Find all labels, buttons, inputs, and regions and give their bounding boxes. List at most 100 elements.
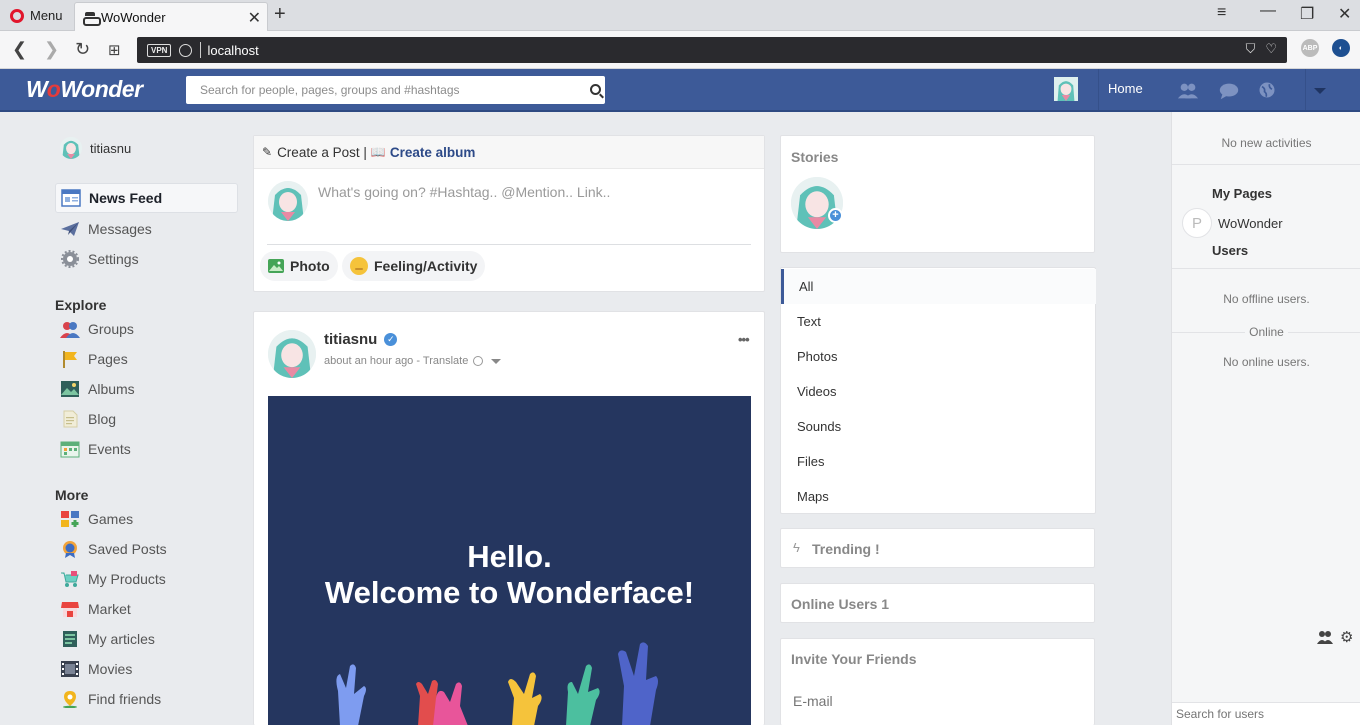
speed-dial-icon[interactable]: ⊞ xyxy=(108,41,121,59)
messages-icon[interactable] xyxy=(1218,80,1239,100)
feeling-activity-button[interactable]: Feeling/Activity xyxy=(342,251,486,281)
sidebar-item-blog[interactable]: Blog xyxy=(55,404,238,434)
sidebar-item-movies[interactable]: Movies xyxy=(55,654,238,684)
search-input[interactable] xyxy=(186,76,576,104)
forward-icon[interactable]: ❯ xyxy=(44,39,59,60)
dropdown-caret-icon[interactable] xyxy=(1314,88,1326,94)
browser-tab-title: WoWonder xyxy=(101,9,166,25)
sidebar-item-games[interactable]: Games xyxy=(55,504,238,534)
sidebar-item-my-articles[interactable]: My articles xyxy=(55,624,238,654)
sidebar-item-market[interactable]: Market xyxy=(55,594,238,624)
create-album-link[interactable]: Create album xyxy=(390,145,476,160)
site-logo[interactable]: WoWonder xyxy=(26,76,143,103)
extension-icon[interactable]: ◐ xyxy=(1332,39,1350,57)
sidebar-item-groups[interactable]: Groups xyxy=(55,314,238,344)
stories-title: Stories xyxy=(791,149,839,165)
chat-friends-icon[interactable] xyxy=(1317,630,1333,647)
minimize-icon[interactable]: — xyxy=(1260,2,1276,20)
adblock-shield-icon[interactable]: ⛉ xyxy=(1246,41,1256,57)
filter-sounds[interactable]: Sounds xyxy=(781,409,1096,444)
sidebar-item-label: Blog xyxy=(88,411,117,427)
photo-button[interactable]: Photo xyxy=(260,251,338,281)
post-options-caret-icon[interactable] xyxy=(491,358,502,364)
explore-heading: Explore xyxy=(55,297,107,313)
sidebar-item-label: News Feed xyxy=(89,190,163,206)
online-users-title: Online Users 1 xyxy=(791,596,890,612)
articles-icon xyxy=(60,630,80,648)
sidebar-item-find-friends[interactable]: Find friends xyxy=(55,684,238,714)
sidebar-item-my-products[interactable]: My Products xyxy=(55,564,238,594)
opera-logo-icon xyxy=(10,8,24,23)
vpn-badge[interactable]: VPN xyxy=(147,43,172,57)
close-window-icon[interactable]: ✕ xyxy=(1338,4,1351,24)
sidebar-item-news-feed[interactable]: News Feed xyxy=(55,183,238,213)
post-card: titiasnu ✓ about an hour ago - Translate… xyxy=(253,311,765,725)
search-icon[interactable] xyxy=(590,84,601,95)
sidebar-item-albums[interactable]: Albums xyxy=(55,374,238,404)
filter-maps[interactable]: Maps xyxy=(781,479,1096,514)
header-avatar[interactable] xyxy=(1054,77,1078,101)
home-link[interactable]: Home xyxy=(1108,81,1143,96)
stories-card: Stories + xyxy=(780,135,1095,253)
no-online-text: No online users. xyxy=(1223,355,1310,369)
sidebar-item-events[interactable]: Events xyxy=(55,434,238,464)
restore-icon[interactable]: ❐ xyxy=(1300,4,1314,24)
photo-label: Photo xyxy=(290,258,330,274)
bookmark-heart-icon[interactable]: ♡ xyxy=(1265,41,1277,57)
close-tab-icon[interactable]: ✕ xyxy=(248,8,261,28)
sidebar-item-settings[interactable]: Settings xyxy=(55,244,238,274)
page-item[interactable]: P WoWonder xyxy=(1182,208,1283,238)
search-users-input[interactable] xyxy=(1172,702,1360,725)
browser-menu-button[interactable]: Menu xyxy=(0,0,72,31)
online-label: Online xyxy=(1245,325,1288,339)
header-divider-2 xyxy=(1305,69,1306,110)
invite-email-input[interactable] xyxy=(783,687,1088,715)
logo-text-w: W xyxy=(26,76,47,102)
sidebar-item-label: Settings xyxy=(88,251,139,267)
sidebar-user-link[interactable]: titiasnu xyxy=(60,137,131,159)
public-globe-icon xyxy=(473,356,484,366)
sidebar-item-label: Games xyxy=(88,511,134,527)
chat-settings-gear-icon[interactable]: ⚙ xyxy=(1340,628,1353,646)
post-author-avatar[interactable] xyxy=(268,330,316,378)
friends-icon[interactable] xyxy=(1177,80,1199,100)
browser-address-bar: ❮ ❯ ↻ ⊞ VPN localhost ⛉ ♡ ABP ◐ xyxy=(0,31,1360,69)
filter-videos[interactable]: Videos xyxy=(781,374,1096,409)
back-icon[interactable]: ❮ xyxy=(12,39,27,60)
abp-extension-icon[interactable]: ABP xyxy=(1301,39,1319,57)
post-filter-card: All Text Photos Videos Sounds Files Maps xyxy=(780,267,1096,514)
sidebar-item-label: Groups xyxy=(88,321,134,337)
add-story-icon[interactable]: + xyxy=(828,208,843,223)
raised-hands-illustration xyxy=(336,642,658,725)
new-tab-icon[interactable]: + xyxy=(274,3,286,26)
composer-divider xyxy=(267,244,751,245)
sidebar-item-messages[interactable]: Messages xyxy=(55,214,238,244)
url-text[interactable]: localhost xyxy=(207,43,258,58)
create-post-label[interactable]: Create a Post | xyxy=(277,145,367,160)
sidebar-item-label: Pages xyxy=(88,351,128,367)
post-image[interactable]: Hello. Welcome to Wonderface! xyxy=(268,396,751,725)
post-author-name[interactable]: titiasnu xyxy=(324,331,377,348)
post-text-input[interactable]: What's going on? #Hashtag.. @Mention.. L… xyxy=(318,184,610,200)
store-icon xyxy=(60,600,80,618)
tab-menu-icon[interactable]: ≡ xyxy=(1217,4,1226,22)
filter-files[interactable]: Files xyxy=(781,444,1096,479)
post-image-line-2: Welcome to Wonderface! xyxy=(324,575,695,610)
browser-tab[interactable]: WoWonder ✕ xyxy=(74,2,268,31)
page-avatar: P xyxy=(1182,208,1212,238)
verified-icon: ✓ xyxy=(384,333,398,346)
chat-divider xyxy=(1172,164,1360,165)
post-image-line-1: Hello. xyxy=(467,539,552,574)
filter-text[interactable]: Text xyxy=(781,304,1096,339)
filter-all[interactable]: All xyxy=(781,269,1096,304)
filter-photos[interactable]: Photos xyxy=(781,339,1096,374)
smiley-icon xyxy=(350,257,368,275)
notifications-globe-icon[interactable] xyxy=(1257,80,1277,100)
reload-icon[interactable]: ↻ xyxy=(75,39,90,60)
post-meta[interactable]: about an hour ago - Translate xyxy=(324,355,468,367)
sidebar-item-pages[interactable]: Pages xyxy=(55,344,238,374)
post-more-icon[interactable]: ••• xyxy=(738,332,750,347)
online-label-wrap: Online xyxy=(1172,325,1360,339)
sidebar-item-saved-posts[interactable]: Saved Posts xyxy=(55,534,238,564)
url-field[interactable]: VPN localhost ⛉ ♡ xyxy=(137,37,1287,63)
